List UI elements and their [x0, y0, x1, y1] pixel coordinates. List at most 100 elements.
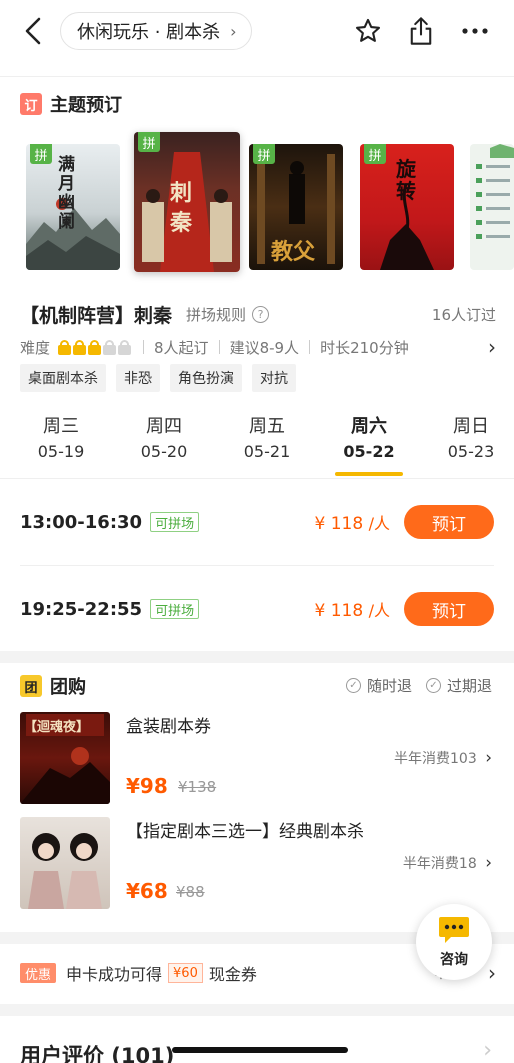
- chevron-right-icon[interactable]: ›: [483, 1038, 492, 1063]
- date-day: 05-19: [37, 442, 85, 461]
- tag: 桌面剧本杀: [20, 364, 106, 392]
- star-icon[interactable]: [351, 14, 385, 48]
- promo-badge: 优惠: [20, 963, 57, 983]
- section-gap: [0, 1004, 514, 1016]
- active-tab-indicator: [335, 472, 403, 476]
- poster-title: 满月幽阑: [58, 155, 75, 232]
- date-day: 05-22: [343, 442, 395, 461]
- chevron-right-icon[interactable]: ›: [488, 335, 496, 359]
- session-time: 13:00-16:30: [20, 511, 143, 533]
- deal-original-price: ¥88: [176, 883, 205, 901]
- lock-icon: [58, 339, 72, 355]
- reviews-title[interactable]: 用户评价 (101): [20, 1040, 174, 1063]
- promo-text: 申卡成功可得: [66, 965, 163, 984]
- date-tab[interactable]: 周四 05-20: [124, 412, 204, 461]
- script-title: 【机制阵营】刺秦: [20, 305, 173, 327]
- refund-expired: 过期退: [446, 677, 492, 695]
- top-bar: 休闲玩乐 · 剧本杀 ›: [0, 0, 514, 66]
- date-tab-active[interactable]: 周六 05-22: [329, 412, 409, 461]
- poster-card[interactable]: 满月幽阑 拼: [26, 144, 120, 270]
- booked-count: 16人订过: [431, 306, 496, 324]
- poster-carousel[interactable]: 满月幽阑 拼 刺秦 拼 教父 拼 旋转 拼: [0, 132, 514, 277]
- poster-card[interactable]: 旋转 拼: [360, 144, 454, 270]
- question-icon: ?: [252, 306, 270, 323]
- date-tab[interactable]: 周五 05-21: [227, 412, 307, 461]
- deal-thumbnail: [20, 817, 110, 909]
- poster-title: 刺秦: [170, 180, 193, 236]
- share-icon[interactable]: [404, 14, 438, 48]
- home-indicator: [172, 1047, 348, 1053]
- deal-sales: 半年消费103 ›: [394, 748, 492, 768]
- group-buy-header: 团 团购: [20, 673, 86, 699]
- price-unit: /人: [368, 514, 390, 533]
- pin-badge: 拼: [138, 132, 160, 152]
- date-day: 05-23: [447, 442, 495, 461]
- group-buy-title: 团购: [50, 677, 86, 698]
- lock-icon: [103, 339, 117, 355]
- theme-booking-header: 订 主题预订: [20, 91, 122, 117]
- more-icon[interactable]: [458, 14, 492, 48]
- divider: [0, 478, 514, 479]
- session-time: 19:25-22:55: [20, 598, 143, 620]
- poster-card[interactable]: 教父 拼: [249, 144, 343, 270]
- shareable-badge: 可拼场: [150, 599, 200, 619]
- date-tabs: 周三 05-19 周四 05-20 周五 05-21 周六 05-22 周日 0…: [0, 412, 514, 478]
- refund-anytime: 随时退: [366, 677, 412, 695]
- pin-badge: 拼: [30, 144, 52, 164]
- min-players: 8人起订: [154, 338, 209, 357]
- date-tab[interactable]: 周日 05-23: [431, 412, 511, 461]
- chat-bubble-icon: [439, 917, 469, 943]
- breadcrumb-label: 休闲玩乐 · 剧本杀: [77, 22, 221, 43]
- lock-icon: [118, 339, 132, 355]
- tag: 对抗: [252, 364, 296, 392]
- theme-booking-title: 主题预订: [50, 95, 122, 116]
- script-meta-row[interactable]: 难度 8人起订 建议8-9人 时长210分钟 ›: [20, 335, 496, 359]
- duration: 时长210分钟: [320, 338, 409, 357]
- poster-card-selected[interactable]: 刺秦 拼: [134, 132, 240, 272]
- breadcrumb[interactable]: 休闲玩乐 · 剧本杀 ›: [60, 12, 252, 50]
- divider: [0, 76, 514, 77]
- tag: 非恐: [116, 364, 160, 392]
- separator: [218, 340, 220, 354]
- refund-policy: ✓ 随时退 ✓ 过期退: [345, 675, 492, 696]
- deal-name: 盒装剧本券: [126, 717, 211, 737]
- deal-sales: 半年消费18 ›: [403, 853, 492, 873]
- divider: [20, 565, 494, 566]
- lock-icon: [73, 339, 87, 355]
- session-price: ¥ 118 /人: [315, 597, 390, 621]
- consult-button[interactable]: 咨询: [416, 904, 492, 980]
- book-button[interactable]: 预订: [404, 592, 494, 626]
- date-weekday: 周三: [43, 416, 79, 437]
- poster-title: 旋转: [396, 157, 416, 203]
- chevron-right-icon: ›: [488, 961, 496, 985]
- separator: [143, 340, 145, 354]
- date-day: 05-21: [243, 442, 291, 461]
- poster-card-partial[interactable]: [470, 144, 514, 270]
- script-title-row: 【机制阵营】刺秦 拼场规则 ? 16人订过: [20, 301, 496, 328]
- deal-item[interactable]: 【迴魂夜】 盒装剧本券 半年消费103 › ¥98 ¥138: [20, 712, 494, 804]
- chevron-right-icon: ›: [230, 21, 237, 41]
- date-tab[interactable]: 周三 05-19: [21, 412, 101, 461]
- deal-sales-text: 半年消费103: [394, 751, 477, 767]
- difficulty-locks: [58, 339, 133, 355]
- section-gap: [0, 651, 514, 663]
- price-unit: /人: [368, 601, 390, 620]
- deal-item[interactable]: 【指定剧本三选一】经典剧本杀 半年消费18 › ¥68 ¥88: [20, 817, 494, 909]
- promo-amount: ¥60: [168, 963, 203, 983]
- deal-sales-text: 半年消费18: [402, 856, 477, 872]
- difficulty-label: 难度: [20, 338, 51, 357]
- group-buy-badge: 团: [20, 675, 42, 697]
- deal-original-price: ¥138: [178, 778, 217, 796]
- promo-text-after: 现金券: [208, 965, 257, 984]
- deal-price: ¥68: [126, 879, 168, 903]
- check-circle-icon: ✓: [345, 678, 361, 693]
- pin-badge: 拼: [253, 144, 275, 164]
- match-rule-link[interactable]: 拼场规则 ?: [186, 304, 270, 325]
- shareable-badge: 可拼场: [150, 512, 200, 532]
- date-day: 05-20: [140, 442, 188, 461]
- chevron-right-icon: ›: [485, 748, 492, 768]
- book-button[interactable]: 预订: [404, 505, 494, 539]
- back-icon[interactable]: [18, 14, 48, 48]
- session-row: 13:00-16:30 可拼场 ¥ 118 /人 预订: [20, 504, 494, 540]
- suggested-players: 建议8-9人: [229, 338, 300, 357]
